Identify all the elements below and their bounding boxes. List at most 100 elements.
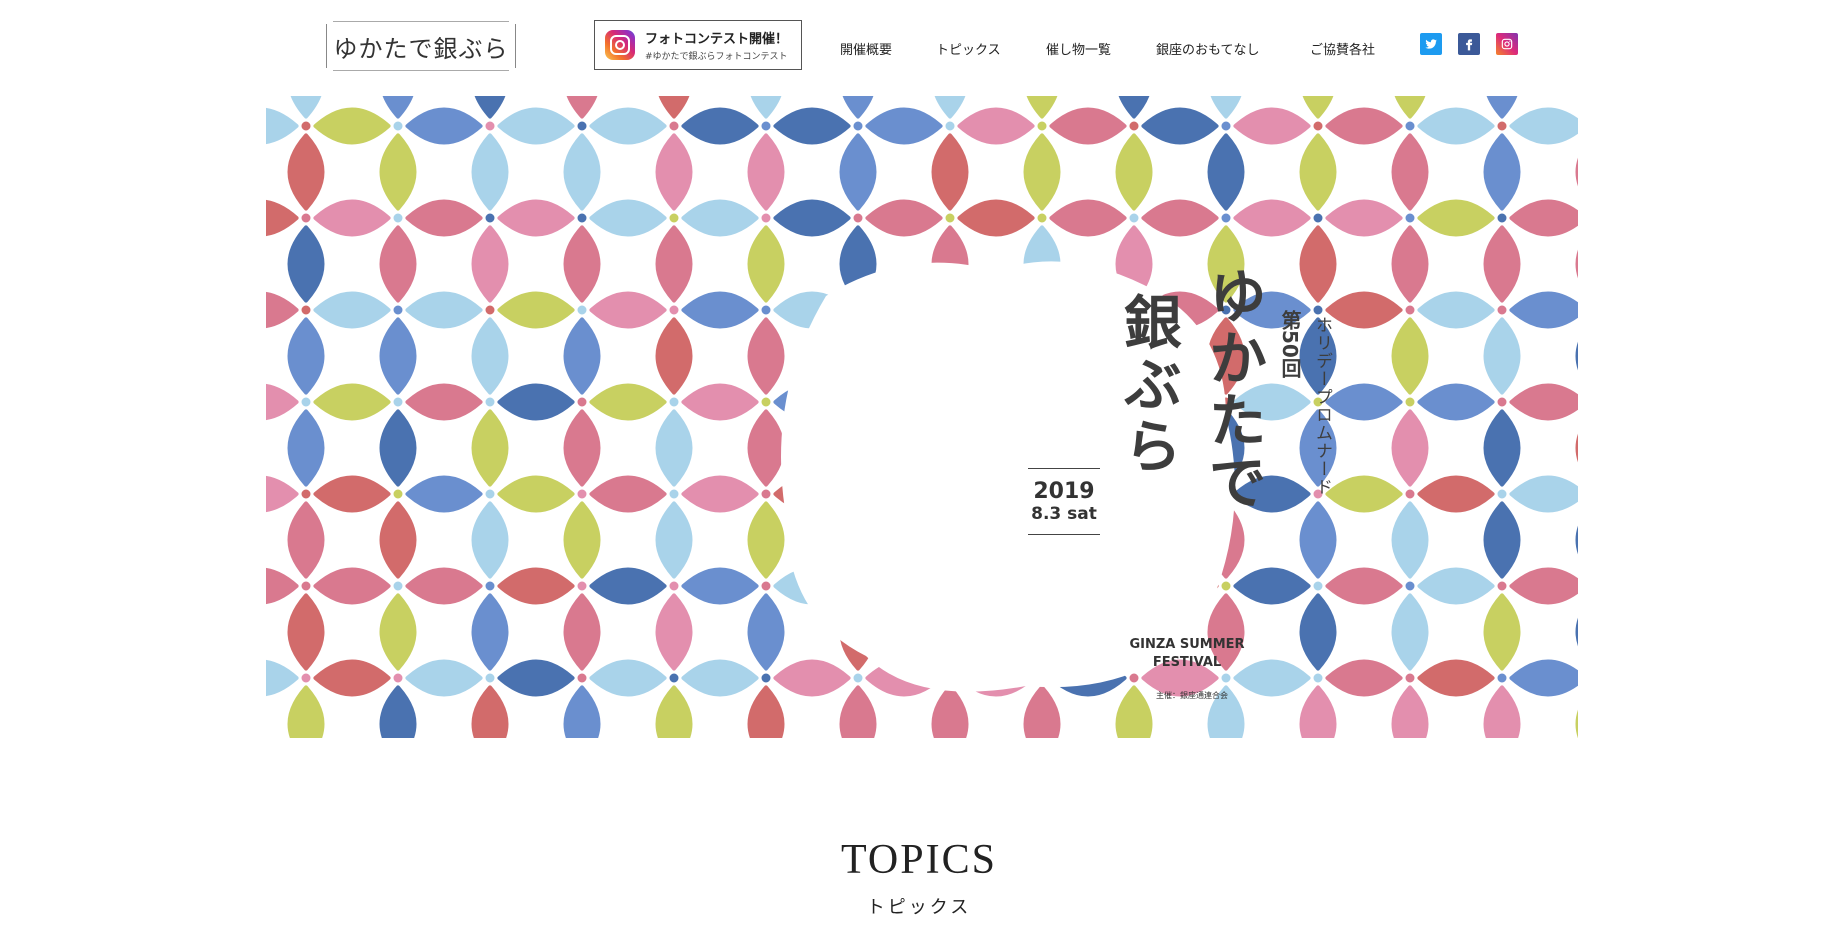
pattern-dot [1494, 486, 1510, 502]
pattern-dot [850, 210, 866, 226]
pattern-dot [482, 486, 498, 502]
topics-subheading: トピックス [866, 897, 972, 918]
nav-hospitality[interactable]: 銀座のおもてなし [1156, 39, 1259, 58]
pattern-dot [850, 302, 866, 318]
hero-date-year: 2019 [1033, 479, 1095, 504]
topics-heading: TOPICS [841, 837, 997, 883]
pattern-dot [850, 118, 866, 134]
nav-overview[interactable]: 開催概要 [840, 39, 892, 58]
pattern-dot [390, 486, 406, 502]
nav-topics[interactable]: トピックス [936, 39, 1001, 58]
pattern-dot [942, 578, 958, 594]
pattern-dot [942, 670, 958, 686]
pattern-dot [1218, 118, 1234, 134]
pattern-dot [942, 394, 958, 410]
pattern-dot [1034, 578, 1050, 594]
pattern-dot [1402, 210, 1418, 226]
pattern-dot [942, 210, 958, 226]
pattern-dot [1494, 302, 1510, 318]
site-logo[interactable]: ゆかたで銀ぶら [326, 21, 516, 71]
photo-contest-title: フォトコンテスト開催！ [645, 32, 789, 47]
hero-title-line1: ゆかたで [1199, 266, 1267, 514]
pattern-dot [758, 118, 774, 134]
hero-title-line2: 銀ぶら [1114, 292, 1182, 478]
pattern-dot [1034, 302, 1050, 318]
pattern-dot [298, 302, 314, 318]
pattern-dot [1402, 670, 1418, 686]
hero-edition: 第50回 [1278, 310, 1302, 378]
pattern-dot [1034, 670, 1050, 686]
pattern-dot [1218, 578, 1234, 594]
pattern-dot [1494, 670, 1510, 686]
pattern-dot [758, 302, 774, 318]
pattern-dot [482, 302, 498, 318]
pattern-dot [850, 394, 866, 410]
pattern-dot [574, 302, 590, 318]
pattern-dot [1218, 210, 1234, 226]
pattern-dot [1402, 578, 1418, 594]
pattern-dot [1218, 670, 1234, 686]
pattern-dot [298, 486, 314, 502]
pattern-dot [390, 394, 406, 410]
instagram-icon[interactable] [1496, 33, 1518, 55]
pattern-dot [666, 578, 682, 594]
pattern-dot [390, 578, 406, 594]
pattern-dot [758, 210, 774, 226]
pattern-dot [298, 670, 314, 686]
pattern-dot [758, 486, 774, 502]
pattern-dot [1310, 578, 1326, 594]
pattern-dot [482, 118, 498, 134]
pattern-dot [574, 118, 590, 134]
shippo-pattern-background [266, 96, 1578, 738]
pattern-dot [666, 486, 682, 502]
pattern-dot [1034, 118, 1050, 134]
pattern-dot [758, 578, 774, 594]
pattern-dot [298, 394, 314, 410]
pattern-dot [1494, 394, 1510, 410]
pattern-dot [666, 302, 682, 318]
pattern-dot [666, 118, 682, 134]
pattern-dot [942, 302, 958, 318]
logo-text: ゆかたで銀ぶら [333, 34, 509, 63]
hero-event-name: ホリデープロムナード [1312, 316, 1332, 496]
pattern-dot [1402, 302, 1418, 318]
hero-organizer: 主催：銀座通連合会 [1156, 691, 1228, 700]
pattern-dot [574, 486, 590, 502]
pattern-dot [758, 670, 774, 686]
pattern-dot [1126, 486, 1142, 502]
pattern-dot [390, 118, 406, 134]
pattern-dot [1126, 210, 1142, 226]
pattern-dot [1494, 118, 1510, 134]
photo-contest-banner[interactable]: フォトコンテスト開催！ #ゆかたで銀ぶらフォトコンテスト [594, 20, 802, 70]
pattern-dot [390, 210, 406, 226]
hero-english-title: GINZA SUMMER FESTIVAL [1112, 636, 1262, 672]
pattern-dot [390, 670, 406, 686]
pattern-dot [1402, 486, 1418, 502]
pattern-dot [574, 394, 590, 410]
pattern-dot [1126, 118, 1142, 134]
hero-english-line2: FESTIVAL [1152, 655, 1222, 670]
pattern-dot [666, 670, 682, 686]
pattern-dot [850, 670, 866, 686]
pattern-dot [1126, 578, 1142, 594]
pattern-dot [482, 578, 498, 594]
pattern-dot [1494, 578, 1510, 594]
pattern-dot [942, 118, 958, 134]
pattern-dot [1402, 118, 1418, 134]
pattern-dot [850, 486, 866, 502]
pattern-dot [574, 578, 590, 594]
pattern-dot [574, 670, 590, 686]
hero-date: 2019 8.3 sat [1028, 468, 1100, 535]
pattern-dot [1310, 210, 1326, 226]
pattern-dot [1310, 670, 1326, 686]
pattern-dot [758, 394, 774, 410]
nav-sponsors[interactable]: ご協賛各社 [1310, 39, 1375, 58]
nav-events[interactable]: 催し物一覧 [1046, 39, 1111, 58]
facebook-icon[interactable] [1458, 33, 1480, 55]
pattern-dot [666, 210, 682, 226]
pattern-dot [482, 670, 498, 686]
pattern-dot [482, 210, 498, 226]
hero-english-line1: GINZA SUMMER [1129, 637, 1245, 652]
twitter-icon[interactable] [1420, 33, 1442, 55]
instagram-icon [605, 30, 635, 60]
